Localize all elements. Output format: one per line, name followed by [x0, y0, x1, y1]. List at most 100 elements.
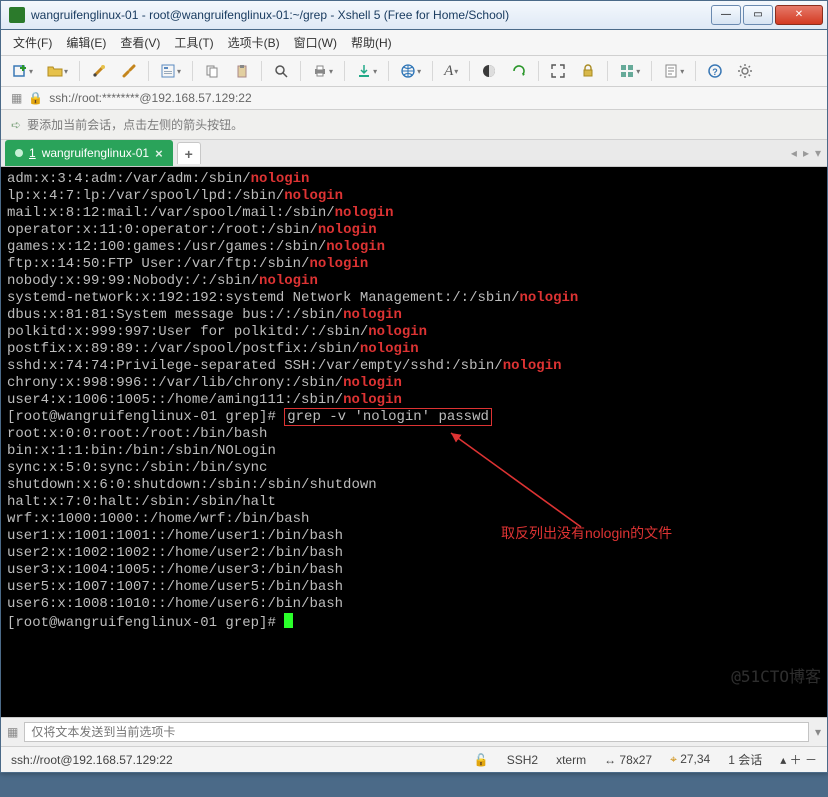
tab-status-icon [15, 149, 23, 157]
terminal-line: user5:x:1007:1007::/home/user5:/bin/bash [7, 579, 821, 596]
annotation-text: 取反列出没有nologin的文件 [501, 525, 672, 542]
address-bar: ▦ 🔒 ssh://root:********@192.168.57.129:2… [1, 87, 827, 110]
terminal-line: user1:x:1001:1001::/home/user1:/bin/bash [7, 528, 821, 545]
terminal-line: nobody:x:99:99:Nobody:/:/sbin/nologin [7, 273, 821, 290]
terminal-line: root:x:0:0:root:/root:/bin/bash [7, 426, 821, 443]
new-tab-button[interactable]: + [177, 142, 201, 164]
terminal-line: dbus:x:81:81:System message bus:/:/sbin/… [7, 307, 821, 324]
toolbar: ▾ ▾ ▾ ▾ ▾ ▾ A▾ ▾ [1, 56, 827, 87]
terminal-output[interactable]: adm:x:3:4:adm:/var/adm:/sbin/nologinlp:x… [1, 167, 827, 717]
terminal-line: polkitd:x:999:997:User for polkitd:/:/sb… [7, 324, 821, 341]
tab-next-button[interactable]: ▸ [803, 146, 809, 160]
send-menu-icon[interactable]: ▦ [7, 725, 18, 739]
copy-button[interactable] [199, 60, 225, 82]
window-title: wangruifenglinux-01 - root@wangruifengli… [31, 8, 709, 22]
globe-button[interactable]: ▾ [395, 60, 426, 82]
transfer-button[interactable]: ▾ [351, 60, 382, 82]
terminal-line: user3:x:1004:1005::/home/user3:/bin/bash [7, 562, 821, 579]
tab-index: 1 [29, 146, 36, 160]
size-icon: ↔ [604, 753, 619, 767]
settings-button[interactable] [732, 60, 758, 82]
refresh-button[interactable] [506, 60, 532, 82]
tab-close-button[interactable]: × [155, 146, 163, 161]
terminal-prompt: [root@wangruifenglinux-01 grep]# [7, 613, 821, 632]
info-arrow-icon[interactable]: ➪ [11, 118, 21, 132]
session-tabbar: 1 wangruifenglinux-01 × + ◂ ▸ ▾ [1, 140, 827, 167]
send-input[interactable] [24, 722, 809, 742]
send-bar: ▦ ▾ [1, 717, 827, 746]
help-button[interactable]: ? [702, 60, 728, 82]
address-menu-icon[interactable]: ▦ [11, 91, 22, 105]
tab-label: wangruifenglinux-01 [42, 146, 149, 160]
terminal-line: lp:x:4:7:lp:/var/spool/lpd:/sbin/nologin [7, 188, 821, 205]
tab-list-button[interactable]: ▾ [815, 146, 821, 160]
terminal-line: sync:x:5:0:sync:/sbin:/bin/sync [7, 460, 821, 477]
terminal-line: systemd-network:x:192:192:systemd Networ… [7, 290, 821, 307]
maximize-button[interactable]: ▭ [743, 5, 773, 25]
session-tab-active[interactable]: 1 wangruifenglinux-01 × [5, 140, 173, 166]
plus-icon[interactable]: ＋ [790, 753, 802, 767]
terminal-line: postfix:x:89:89::/var/spool/postfix:/sbi… [7, 341, 821, 358]
status-address: ssh://root@192.168.57.129:22 [11, 753, 173, 767]
tab-prev-button[interactable]: ◂ [791, 146, 797, 160]
color-scheme-button[interactable] [476, 60, 502, 82]
lock-icon: 🔒 [28, 91, 43, 105]
terminal-line: user2:x:1002:1002::/home/user2:/bin/bash [7, 545, 821, 562]
script-button[interactable]: ▾ [658, 60, 689, 82]
send-options-button[interactable]: ▾ [815, 725, 821, 739]
svg-text:?: ? [713, 67, 719, 77]
open-session-button[interactable]: ▾ [42, 60, 73, 82]
terminal-line: [root@wangruifenglinux-01 grep]# grep -v… [7, 409, 821, 426]
minus-icon[interactable]: － [805, 753, 817, 767]
terminal-line: adm:x:3:4:adm:/var/adm:/sbin/nologin [7, 171, 821, 188]
terminal-line: sshd:x:74:74:Privilege-separated SSH:/va… [7, 358, 821, 375]
status-ssh: SSH2 [507, 753, 538, 767]
close-button[interactable]: ✕ [775, 5, 823, 25]
terminal-line: operator:x:11:0:operator:/root:/sbin/nol… [7, 222, 821, 239]
print-button[interactable]: ▾ [307, 60, 338, 82]
menu-edit[interactable]: 编辑(E) [66, 34, 106, 51]
minimize-button[interactable]: — [711, 5, 741, 25]
terminal-line: bin:x:1:1:bin:/bin:/sbin/NOLogin [7, 443, 821, 460]
terminal-line: mail:x:8:12:mail:/var/spool/mail:/sbin/n… [7, 205, 821, 222]
menu-view[interactable]: 查看(V) [120, 34, 160, 51]
info-text: 要添加当前会话，点击左侧的箭头按钮。 [27, 116, 243, 133]
terminal-line: chrony:x:998:996::/var/lib/chrony:/sbin/… [7, 375, 821, 392]
terminal-line: user4:x:1006:1005::/home/aming111:/sbin/… [7, 392, 821, 409]
terminal-line: shutdown:x:6:0:shutdown:/sbin:/sbin/shut… [7, 477, 821, 494]
properties-button[interactable]: ▾ [155, 60, 186, 82]
terminal-line: wrf:x:1000:1000::/home/wrf:/bin/bash [7, 511, 821, 528]
terminal-line: ftp:x:14:50:FTP User:/var/ftp:/sbin/nolo… [7, 256, 821, 273]
lock-button[interactable] [575, 60, 601, 82]
status-sessions: 1 会话 [728, 751, 762, 768]
menu-help[interactable]: 帮助(H) [351, 34, 392, 51]
status-bar: ssh://root@192.168.57.129:22 🔓 SSH2 xter… [1, 746, 827, 772]
reconnect-button[interactable] [86, 60, 112, 82]
fullscreen-button[interactable] [545, 60, 571, 82]
chevron-up-icon[interactable]: ▴ [780, 753, 786, 767]
status-pos: 27,34 [680, 752, 710, 766]
address-text[interactable]: ssh://root:********@192.168.57.129:22 [49, 91, 251, 105]
terminal-line: user6:x:1008:1010::/home/user6:/bin/bash [7, 596, 821, 613]
find-button[interactable] [268, 60, 294, 82]
terminal-line: halt:x:7:0:halt:/sbin:/sbin/halt [7, 494, 821, 511]
info-strip: ➪ 要添加当前会话，点击左侧的箭头按钮。 [1, 110, 827, 140]
paste-button[interactable] [229, 60, 255, 82]
lock-icon: 🔓 [474, 753, 489, 767]
terminal-line: games:x:12:100:games:/usr/games:/sbin/no… [7, 239, 821, 256]
cursor [284, 613, 293, 628]
menu-window[interactable]: 窗口(W) [294, 34, 337, 51]
menu-tab[interactable]: 选项卡(B) [228, 34, 280, 51]
status-term: xterm [556, 753, 586, 767]
pos-icon: ⌖ [670, 752, 680, 766]
layout-button[interactable]: ▾ [614, 60, 645, 82]
highlighted-command: grep -v 'nologin' passwd [284, 408, 492, 426]
new-session-button[interactable]: ▾ [7, 60, 38, 82]
menu-tools[interactable]: 工具(T) [174, 34, 213, 51]
app-icon [9, 7, 25, 23]
disconnect-button[interactable] [116, 60, 142, 82]
menubar: 文件(F) 编辑(E) 查看(V) 工具(T) 选项卡(B) 窗口(W) 帮助(… [1, 30, 827, 56]
menu-file[interactable]: 文件(F) [13, 34, 52, 51]
font-button[interactable]: A▾ [439, 60, 463, 82]
status-size: 78x27 [619, 753, 652, 767]
